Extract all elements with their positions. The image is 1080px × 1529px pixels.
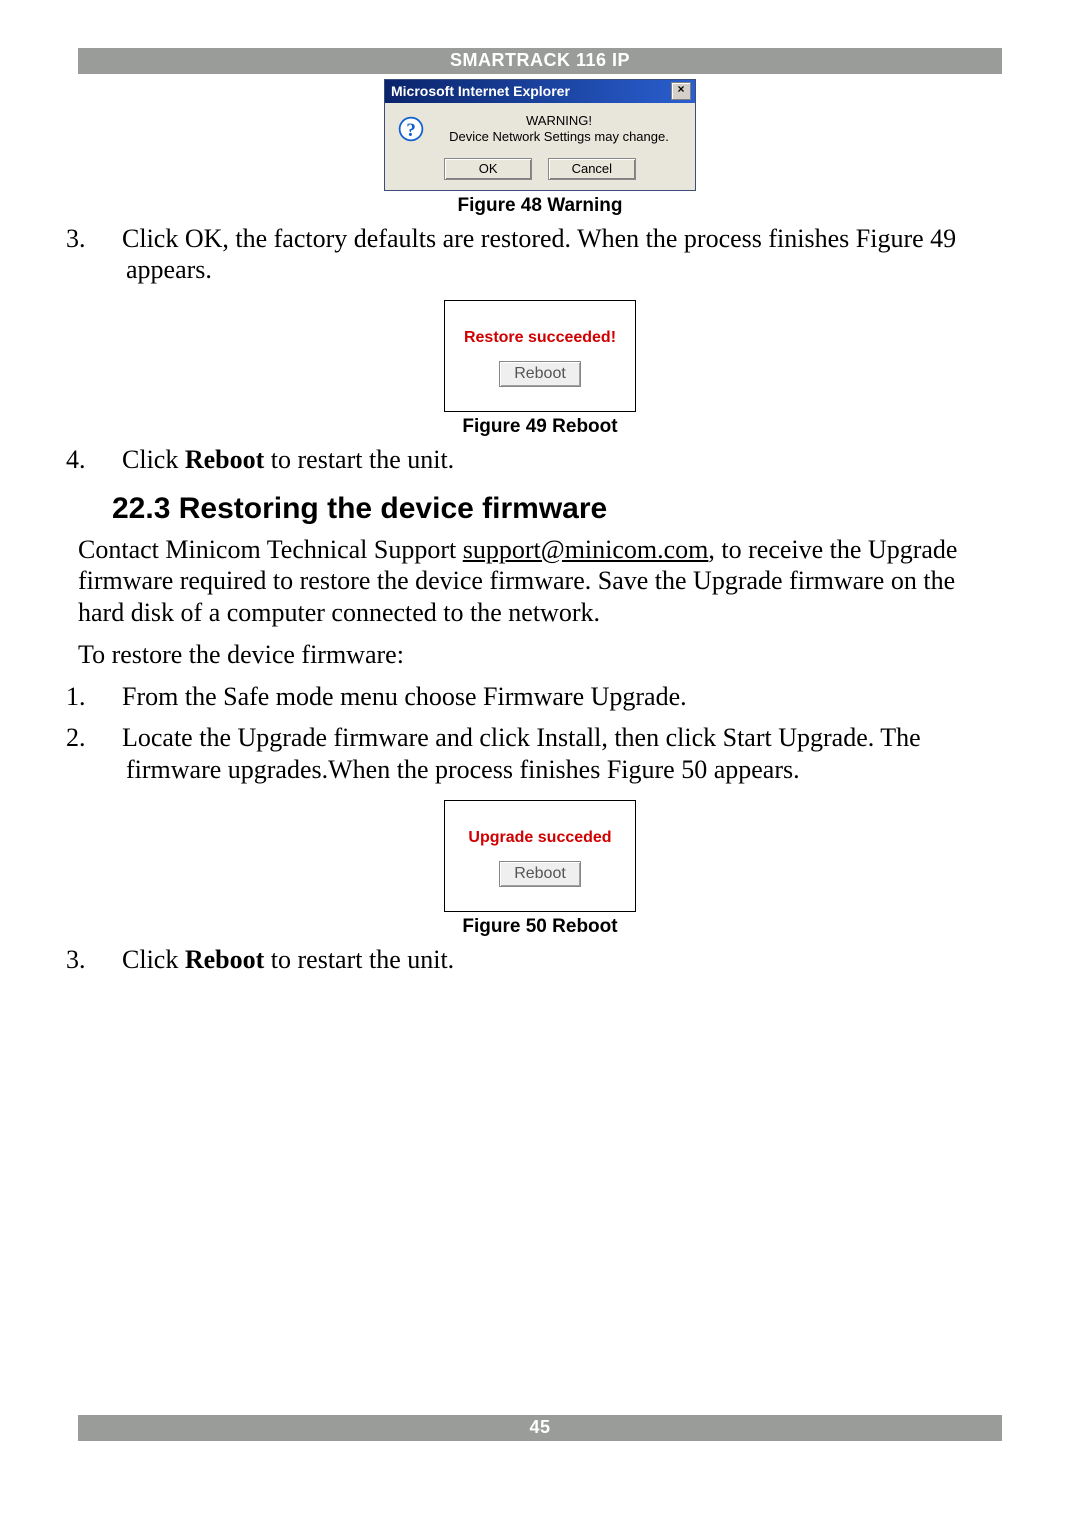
step-number: 3. <box>96 944 122 976</box>
warning-dialog: Microsoft Internet Explorer × ? WARNING!… <box>384 79 696 191</box>
warning-line1: WARNING! <box>435 113 683 129</box>
dialog-title: Microsoft Internet Explorer <box>391 83 570 99</box>
step-3: 3.Click OK, the factory defaults are res… <box>78 223 1002 286</box>
restore-dialog: Restore succeeded! Reboot <box>444 300 636 412</box>
dialog-message: WARNING! Device Network Settings may cha… <box>435 113 683 146</box>
upgrade-dialog: Upgrade succeded Reboot <box>444 800 636 912</box>
paragraph-contact: Contact Minicom Technical Support suppor… <box>78 534 1002 629</box>
figure48-caption: Figure 48 Warning <box>78 195 1002 217</box>
step-text-post: to restart the unit. <box>264 945 454 974</box>
upgrade-message: Upgrade succeded <box>455 829 625 847</box>
step-text: Click OK, the factory defaults are resto… <box>122 224 956 285</box>
section-title: Restoring the device firmware <box>179 492 607 525</box>
dialog-titlebar: Microsoft Internet Explorer × <box>385 80 695 103</box>
restore-message: Restore succeeded! <box>455 329 625 347</box>
step-text-bold: Reboot <box>185 945 264 974</box>
reboot-button[interactable]: Reboot <box>499 361 581 387</box>
close-icon[interactable]: × <box>671 82 691 100</box>
ok-button[interactable]: OK <box>444 158 532 180</box>
figure50-caption: Figure 50 Reboot <box>78 916 1002 938</box>
step-4: 4.Click Reboot to restart the unit. <box>78 444 1002 476</box>
cancel-button[interactable]: Cancel <box>548 158 636 180</box>
support-email[interactable]: support@minicom.com <box>463 535 709 564</box>
para1-a: Contact Minicom Technical Support <box>78 535 463 564</box>
warning-line2: Device Network Settings may change. <box>435 129 683 145</box>
section-heading: 22.3 Restoring the device firmware <box>112 492 1002 526</box>
step-text-post: to restart the unit. <box>264 445 454 474</box>
step-text: Locate the Upgrade firmware and click In… <box>122 723 921 784</box>
restore-step-3: 3.Click Reboot to restart the unit. <box>78 944 1002 976</box>
paragraph-restore-intro: To restore the device firmware: <box>78 639 1002 671</box>
step-number: 2. <box>96 722 122 754</box>
figure49-caption: Figure 49 Reboot <box>78 416 1002 438</box>
step-number: 4. <box>96 444 122 476</box>
step-number: 1. <box>96 681 122 713</box>
svg-text:?: ? <box>406 120 416 141</box>
page-header-bar: SMARTRACK 116 IP <box>78 48 1002 74</box>
page-footer-bar: 45 <box>78 1415 1002 1441</box>
step-text-pre: Click <box>122 445 185 474</box>
step-text: From the Safe mode menu choose Firmware … <box>122 682 687 711</box>
question-icon: ? <box>397 115 425 143</box>
step-number: 3. <box>96 223 122 255</box>
reboot-button[interactable]: Reboot <box>499 861 581 887</box>
restore-step-1: 1.From the Safe mode menu choose Firmwar… <box>78 681 1002 713</box>
step-text-bold: Reboot <box>185 445 264 474</box>
section-number: 22.3 <box>112 492 170 525</box>
restore-step-2: 2.Locate the Upgrade firmware and click … <box>78 722 1002 785</box>
step-text-pre: Click <box>122 945 185 974</box>
